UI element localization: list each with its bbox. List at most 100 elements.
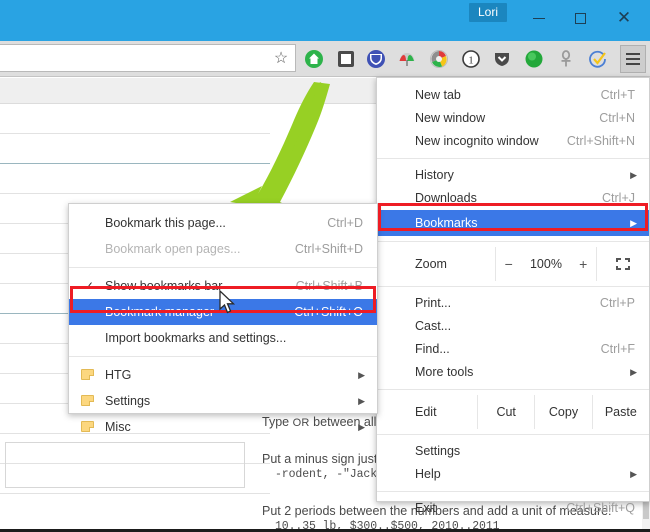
user-profile-badge[interactable]: Lori bbox=[469, 3, 508, 22]
cut-button[interactable]: Cut bbox=[477, 395, 534, 429]
chrome-color-extension-icon[interactable] bbox=[427, 48, 451, 70]
menu-separator bbox=[377, 491, 649, 492]
zoom-in-button[interactable]: + bbox=[579, 256, 587, 272]
menu-separator bbox=[69, 267, 377, 268]
menu-item-shortcut: Ctrl+J bbox=[602, 191, 635, 205]
close-icon[interactable]: ✕ bbox=[606, 4, 642, 32]
menu-item-bookmarks[interactable]: Bookmarks ▶ bbox=[377, 210, 649, 236]
menu-zoom-row: Zoom − 100% + bbox=[377, 247, 649, 281]
menu-item-label: Print... bbox=[415, 296, 452, 310]
chevron-right-icon: ▶ bbox=[630, 469, 637, 479]
menu-item-downloads[interactable]: Downloads Ctrl+J bbox=[377, 187, 649, 210]
green-circle-extension-icon[interactable] bbox=[522, 48, 546, 70]
folder-icon bbox=[81, 369, 94, 380]
menu-item-label: Settings bbox=[105, 394, 151, 408]
menu-item-new-tab[interactable]: New tab Ctrl+T bbox=[377, 84, 649, 107]
submenu-item-import-bookmarks-and-settings[interactable]: Import bookmarks and settings... bbox=[69, 325, 377, 351]
umbrella-extension-icon[interactable] bbox=[395, 48, 419, 70]
submenu-folder-settings[interactable]: Settings ▶ bbox=[69, 388, 377, 414]
menu-item-print[interactable]: Print... Ctrl+P bbox=[377, 292, 649, 315]
menu-item-label: New tab bbox=[415, 88, 461, 102]
menu-item-label: History bbox=[415, 168, 454, 182]
shield-face-extension-icon[interactable] bbox=[364, 48, 388, 70]
zoom-controls: − 100% + bbox=[495, 247, 597, 281]
chevron-right-icon: ▶ bbox=[630, 218, 637, 228]
menu-item-help[interactable]: Help ▶ bbox=[377, 463, 649, 486]
menu-item-label: Help bbox=[415, 467, 441, 481]
menu-item-label: Exit bbox=[415, 501, 436, 515]
submenu-folder-misc[interactable]: Misc ▶ bbox=[69, 414, 377, 440]
hamburger-line bbox=[626, 53, 640, 55]
zoom-out-button[interactable]: − bbox=[505, 256, 513, 272]
bookmarks-submenu[interactable]: Bookmark this page... Ctrl+D Bookmark op… bbox=[68, 203, 378, 434]
folder-icon bbox=[81, 395, 94, 406]
menu-item-shortcut: Ctrl+D bbox=[327, 216, 363, 230]
zoom-label: Zoom bbox=[415, 257, 447, 271]
menu-separator bbox=[377, 434, 649, 435]
tip-text-before: Put a minus sign just b bbox=[262, 452, 388, 466]
menu-item-cast[interactable]: Cast... bbox=[377, 315, 649, 338]
ankh-extension-icon[interactable] bbox=[554, 48, 578, 70]
menu-item-label: Misc bbox=[105, 420, 131, 434]
paste-button[interactable]: Paste bbox=[591, 395, 649, 429]
menu-item-shortcut: Ctrl+Shift+B bbox=[295, 279, 363, 293]
square-stop-extension-icon[interactable] bbox=[334, 48, 358, 70]
fullscreen-button[interactable] bbox=[597, 247, 649, 281]
menu-item-new-window[interactable]: New window Ctrl+N bbox=[377, 107, 649, 130]
menu-separator bbox=[377, 241, 649, 242]
info-circle-extension-icon[interactable]: 1 bbox=[459, 48, 483, 70]
menu-item-label: New incognito window bbox=[415, 134, 539, 148]
menu-item-shortcut: Ctrl+P bbox=[599, 296, 635, 310]
download-badge-extension-icon[interactable] bbox=[490, 48, 514, 70]
menu-item-label: Downloads bbox=[415, 191, 477, 205]
menu-item-label: Show bookmarks bar bbox=[105, 279, 223, 293]
menu-item-settings[interactable]: Settings bbox=[377, 440, 649, 463]
browser-window: Lori ✕ ☆ 1 Type OR between all the Put a… bbox=[0, 0, 650, 532]
menu-item-label: More tools bbox=[415, 365, 474, 379]
minimize-icon[interactable] bbox=[521, 4, 557, 32]
menu-item-exit[interactable]: Exit Ctrl+Shift+Q bbox=[377, 497, 649, 520]
zoom-level-value: 100% bbox=[529, 257, 562, 271]
address-bar[interactable] bbox=[0, 44, 296, 72]
submenu-item-bookmark-this-page[interactable]: Bookmark this page... Ctrl+D bbox=[69, 210, 377, 236]
page-row bbox=[0, 104, 270, 134]
menu-item-label: Bookmark manager bbox=[105, 305, 215, 319]
chrome-main-menu[interactable]: New tab Ctrl+T New window Ctrl+N New inc… bbox=[376, 77, 650, 515]
page-input-box[interactable] bbox=[5, 442, 245, 488]
bookmark-star-icon[interactable]: ☆ bbox=[270, 48, 292, 70]
menu-separator bbox=[377, 158, 649, 159]
chevron-right-icon: ▶ bbox=[358, 396, 365, 406]
check-circle-extension-icon[interactable] bbox=[586, 48, 610, 70]
edit-label: Edit bbox=[415, 405, 437, 419]
chevron-right-icon: ▶ bbox=[358, 370, 365, 380]
menu-item-shortcut: Ctrl+T bbox=[600, 88, 635, 102]
menu-item-more-tools[interactable]: More tools ▶ bbox=[377, 361, 649, 384]
submenu-folder-htg[interactable]: HTG ▶ bbox=[69, 362, 377, 388]
home-extension-icon[interactable] bbox=[302, 48, 326, 70]
menu-item-history[interactable]: History ▶ bbox=[377, 164, 649, 187]
menu-item-shortcut: Ctrl+Shift+N bbox=[566, 134, 635, 148]
submenu-item-show-bookmarks-bar[interactable]: ✓ Show bookmarks bar Ctrl+Shift+B bbox=[69, 273, 377, 299]
menu-separator bbox=[69, 356, 377, 357]
menu-item-label: New window bbox=[415, 111, 486, 125]
menu-item-new-incognito-window[interactable]: New incognito window Ctrl+Shift+N bbox=[377, 130, 649, 153]
menu-item-label: Cast... bbox=[415, 319, 452, 333]
menu-separator bbox=[377, 286, 649, 287]
menu-item-shortcut: Ctrl+Shift+Q bbox=[566, 501, 635, 515]
chevron-right-icon: ▶ bbox=[358, 422, 365, 432]
svg-text:1: 1 bbox=[468, 55, 474, 67]
hamburger-line bbox=[626, 58, 640, 60]
menu-item-shortcut: Ctrl+Shift+D bbox=[294, 242, 363, 256]
menu-edit-row: Edit Cut Copy Paste bbox=[377, 395, 649, 429]
window-title-bar: Lori ✕ bbox=[0, 0, 650, 41]
menu-item-shortcut: Ctrl+Shift+O bbox=[294, 305, 363, 319]
chrome-menu-button[interactable] bbox=[620, 45, 646, 73]
menu-item-shortcut: Ctrl+N bbox=[599, 111, 635, 125]
menu-item-label: Bookmark open pages... bbox=[105, 242, 241, 256]
menu-item-label: Bookmark this page... bbox=[105, 216, 226, 230]
submenu-item-bookmark-manager[interactable]: Bookmark manager Ctrl+Shift+O bbox=[69, 299, 377, 325]
fullscreen-icon bbox=[616, 258, 630, 270]
menu-item-find[interactable]: Find... Ctrl+F bbox=[377, 338, 649, 361]
maximize-icon[interactable] bbox=[562, 4, 598, 32]
copy-button[interactable]: Copy bbox=[534, 395, 591, 429]
